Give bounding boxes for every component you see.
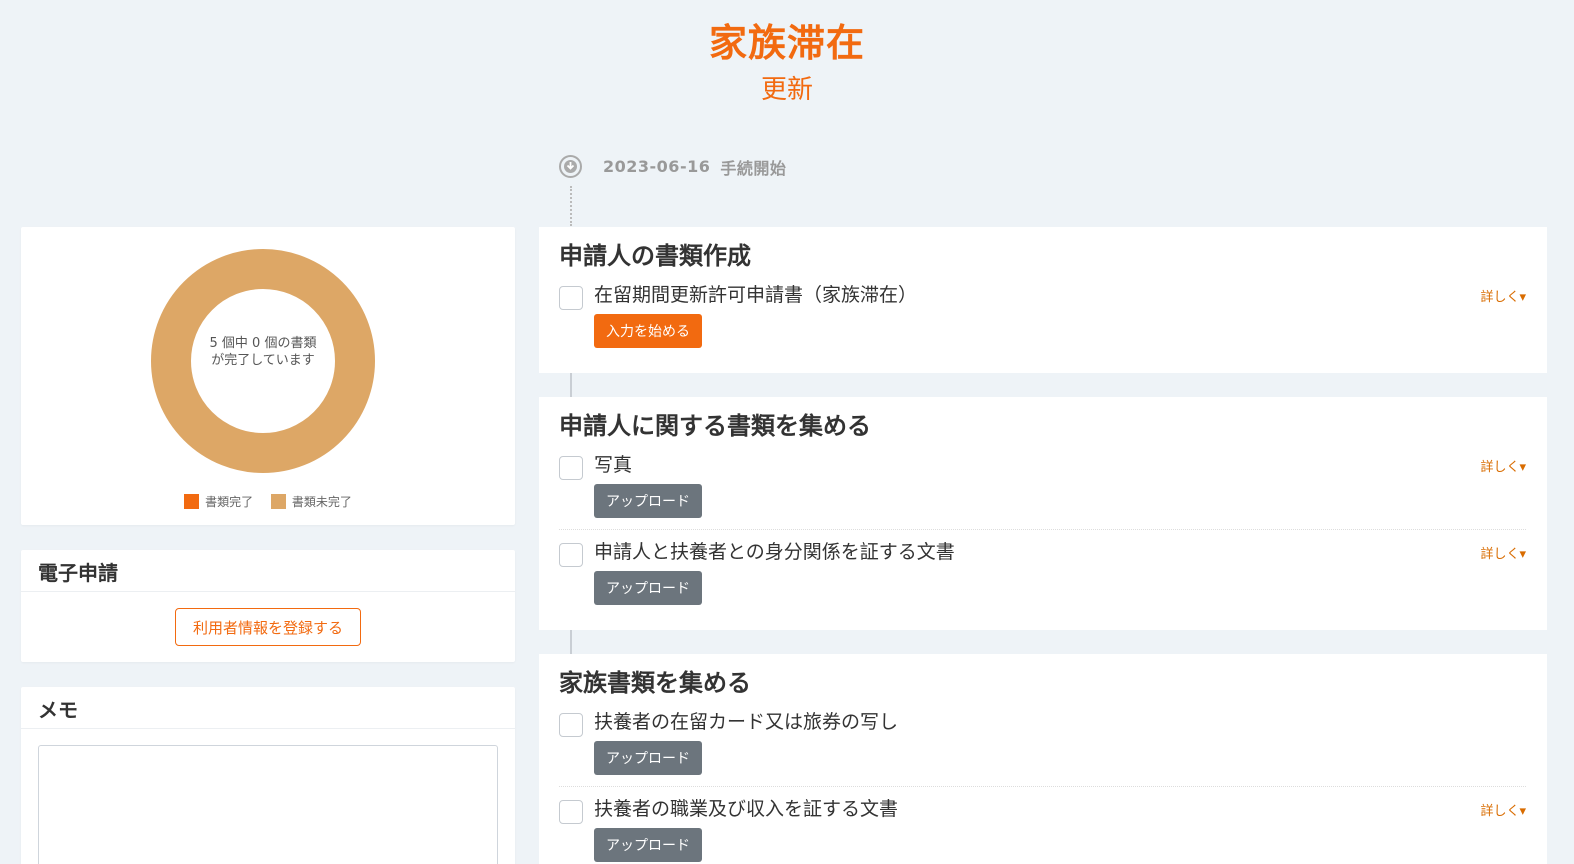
document-label: 扶養者の在留カード又は旅券の写し	[594, 711, 899, 733]
section-title: 申請人に関する書類を集める	[559, 412, 871, 440]
legend-label-incomplete: 書類未完了	[291, 495, 352, 509]
document-label: 申請人と扶養者との身分関係を証する文書	[594, 541, 955, 563]
progress-chart-card: 5 個中 0 個の書類が完了しています 書類完了 書類未完了	[21, 227, 515, 525]
page-subtitle: 更新	[760, 75, 813, 105]
legend-item-incomplete: 書類未完了	[270, 493, 352, 510]
timeline-connector	[570, 630, 572, 654]
start-input-button[interactable]: 入力を始める	[594, 314, 702, 348]
detail-link[interactable]: 詳しく▾	[1480, 543, 1526, 562]
detail-link[interactable]: 詳しく▾	[1480, 286, 1526, 305]
donut-center-text: 5 個中 0 個の書類が完了しています	[209, 336, 317, 368]
legend-label-complete: 書類完了	[205, 495, 254, 509]
memo-card: メモ	[21, 687, 515, 864]
document-checkbox[interactable]	[559, 800, 583, 824]
efiling-card: 電子申請 利用者情報を登録する	[21, 550, 515, 662]
document-item: 申請人と扶養者との身分関係を証する文書 詳しく▾ アップロード	[559, 529, 1526, 619]
upload-button[interactable]: アップロード	[594, 741, 702, 775]
caret-down-icon: ▾	[1519, 804, 1526, 819]
timeline-connector	[570, 373, 572, 397]
timeline-start: 2023-06-16 手続開始	[558, 154, 786, 179]
document-label: 在留期間更新許可申請書（家族滞在）	[594, 284, 918, 306]
document-item: 扶養者の在留カード又は旅券の写し アップロード	[559, 708, 1526, 786]
document-checkbox[interactable]	[559, 286, 583, 310]
memo-title: メモ	[21, 687, 515, 729]
timeline-connector	[570, 186, 572, 226]
progress-donut: 5 個中 0 個の書類が完了しています	[151, 249, 375, 473]
caret-down-icon: ▾	[1519, 460, 1526, 475]
detail-label: 詳しく	[1480, 460, 1520, 475]
upload-button[interactable]: アップロード	[594, 484, 702, 518]
page-title: 家族滞在	[708, 21, 865, 65]
section-applicant-forms: 申請人の書類作成 在留期間更新許可申請書（家族滞在） 詳しく▾ 入力を始める	[539, 227, 1547, 373]
document-label: 扶養者の職業及び収入を証する文書	[594, 798, 899, 820]
legend-item-complete: 書類完了	[184, 493, 253, 510]
memo-textarea[interactable]	[38, 745, 498, 864]
start-date: 2023-06-16	[603, 157, 711, 176]
legend-swatch-incomplete	[270, 494, 286, 509]
legend-swatch-complete	[184, 494, 200, 509]
caret-down-icon: ▾	[1519, 290, 1526, 305]
efiling-title: 電子申請	[21, 550, 515, 592]
document-item: 写真 詳しく▾ アップロード	[559, 451, 1526, 529]
document-checkbox[interactable]	[559, 456, 583, 480]
section-title: 家族書類を集める	[559, 669, 751, 697]
section-family-documents: 家族書類を集める 扶養者の在留カード又は旅券の写し アップロード 扶養者の職業及…	[539, 654, 1547, 864]
detail-link[interactable]: 詳しく▾	[1480, 800, 1526, 819]
register-user-button[interactable]: 利用者情報を登録する	[175, 608, 361, 646]
page-header: 家族滞在 更新	[0, 14, 1574, 108]
chart-legend: 書類完了 書類未完了	[21, 493, 515, 512]
upload-button[interactable]: アップロード	[594, 828, 702, 862]
document-item: 在留期間更新許可申請書（家族滞在） 詳しく▾ 入力を始める	[559, 281, 1526, 361]
section-applicant-documents: 申請人に関する書類を集める 写真 詳しく▾ アップロード 申請人と扶養者との身分…	[539, 397, 1547, 630]
document-checkbox[interactable]	[559, 543, 583, 567]
document-item: 扶養者の職業及び収入を証する文書 詳しく▾ アップロード	[559, 786, 1526, 864]
document-label: 写真	[594, 454, 633, 476]
start-label: 手続開始	[720, 158, 787, 178]
download-circle-icon	[559, 155, 582, 178]
document-checkbox[interactable]	[559, 713, 583, 737]
detail-label: 詳しく	[1480, 547, 1520, 562]
section-title: 申請人の書類作成	[559, 242, 751, 270]
detail-label: 詳しく	[1480, 804, 1520, 819]
detail-link[interactable]: 詳しく▾	[1480, 456, 1526, 475]
caret-down-icon: ▾	[1519, 547, 1526, 562]
upload-button[interactable]: アップロード	[594, 571, 702, 605]
left-column: 5 個中 0 個の書類が完了しています 書類完了 書類未完了 電子申請 利用者情…	[21, 227, 515, 864]
detail-label: 詳しく	[1480, 290, 1520, 305]
